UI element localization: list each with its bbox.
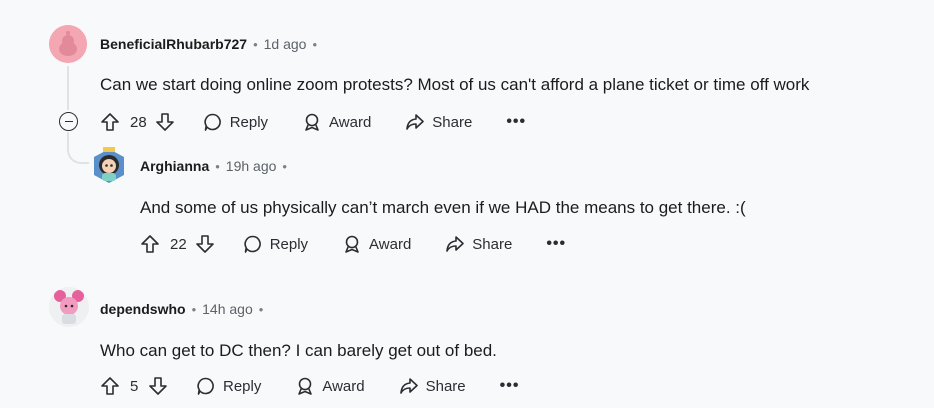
comment-text: Can we start doing online zoom protests?…: [100, 75, 810, 94]
username[interactable]: Arghianna: [140, 158, 209, 174]
more-options-icon[interactable]: •••: [546, 235, 566, 253]
separator-dot: •: [282, 158, 287, 174]
award-button[interactable]: Award: [342, 234, 411, 254]
reply-icon: [204, 113, 221, 131]
share-label: Share: [425, 377, 466, 395]
upvote-icon[interactable]: [98, 110, 122, 134]
award-button[interactable]: Award: [295, 376, 365, 396]
comment-text: Who can get to DC then? I can barely get…: [100, 341, 497, 360]
collapse-thread-button[interactable]: [59, 112, 78, 131]
upvote-icon[interactable]: [138, 232, 162, 256]
downvote-icon[interactable]: [146, 374, 170, 398]
separator-dot: •: [215, 158, 220, 174]
share-button[interactable]: Share: [445, 234, 512, 254]
award-icon: [305, 113, 319, 131]
thread-line: [67, 66, 69, 110]
username[interactable]: BeneficialRhubarb727: [100, 36, 247, 52]
award-label: Award: [369, 235, 412, 253]
separator-dot: •: [253, 36, 258, 52]
share-icon: [446, 236, 465, 252]
share-label: Share: [432, 113, 473, 131]
avatar[interactable]: [49, 287, 89, 327]
share-label: Share: [472, 235, 513, 253]
vote-controls: 22: [138, 232, 217, 256]
separator-dot: •: [258, 301, 264, 317]
thread-connector: [67, 132, 89, 164]
award-label: Award: [329, 113, 372, 131]
avatar[interactable]: [89, 146, 129, 186]
character-avatar-icon: [49, 287, 89, 327]
comment-actions: 22 Reply Award Share •••: [138, 228, 566, 260]
snoo-avatar-icon: [49, 25, 87, 63]
more-options-icon[interactable]: •••: [506, 113, 526, 131]
comment-actions: 5 Reply Award Share •••: [98, 370, 519, 402]
comment-text: And some of us physically can’t march ev…: [140, 198, 746, 217]
timestamp[interactable]: 19h ago: [226, 158, 277, 174]
share-button[interactable]: Share: [399, 376, 466, 396]
separator-dot: •: [312, 36, 318, 52]
upvote-icon[interactable]: [98, 374, 122, 398]
award-button[interactable]: Award: [302, 112, 371, 132]
vote-count: 5: [130, 377, 139, 395]
timestamp[interactable]: 14h ago: [202, 301, 253, 317]
share-button[interactable]: Share: [405, 112, 472, 132]
character-avatar-icon: [94, 147, 124, 183]
award-icon: [345, 235, 359, 253]
comment-thread: BeneficialRhubarb727 • 1d ago • Can we s…: [0, 0, 934, 408]
reply-button[interactable]: Reply: [203, 112, 268, 132]
share-icon: [406, 114, 425, 130]
more-options-icon[interactable]: •••: [500, 377, 520, 395]
vote-count: 28: [130, 113, 147, 131]
reply-icon: [197, 377, 214, 395]
award-label: Award: [322, 377, 365, 395]
award-icon: [298, 377, 313, 395]
reply-label: Reply: [223, 377, 262, 395]
reply-button[interactable]: Reply: [243, 234, 308, 254]
vote-controls: 5: [98, 374, 170, 398]
reply-button[interactable]: Reply: [196, 376, 261, 396]
downvote-icon[interactable]: [193, 232, 217, 256]
vote-controls: 28: [98, 110, 177, 134]
reply-icon: [244, 235, 261, 253]
share-icon: [399, 378, 418, 394]
downvote-icon[interactable]: [153, 110, 177, 134]
avatar[interactable]: [49, 25, 87, 63]
vote-count: 22: [170, 235, 187, 253]
comment-actions: 28 Reply Award Share •••: [98, 106, 526, 138]
reply-label: Reply: [269, 235, 309, 253]
timestamp[interactable]: 1d ago: [264, 36, 307, 52]
separator-dot: •: [191, 301, 197, 317]
username[interactable]: dependswho: [100, 301, 186, 317]
reply-label: Reply: [229, 113, 269, 131]
